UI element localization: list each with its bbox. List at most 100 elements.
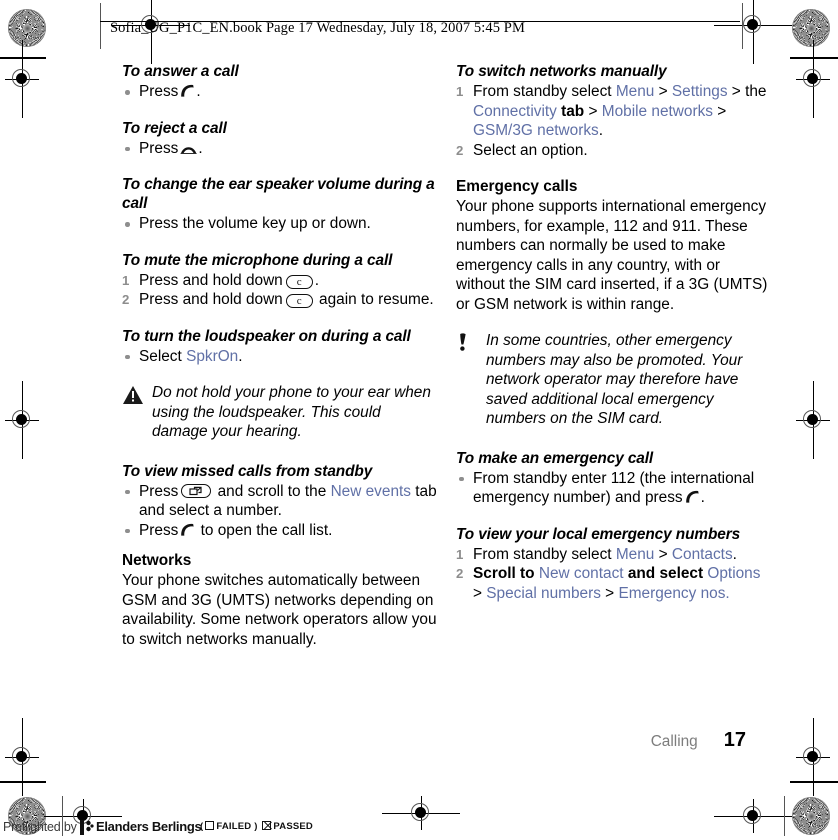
menu-link-connectivity[interactable]: Connectivity: [473, 103, 557, 120]
select-label: Select: [139, 347, 182, 365]
separator: >: [473, 584, 487, 602]
clear-key-label: c: [296, 295, 302, 307]
section-heading-emergency-calls: Emergency calls: [456, 178, 578, 195]
header-divider-right: [742, 3, 744, 49]
task-heading-view-missed-calls: To view missed calls from standby: [122, 462, 373, 480]
press-label: Press: [139, 482, 179, 500]
exclamation-note-icon: [456, 333, 478, 355]
clear-key-label: c: [296, 275, 302, 288]
press-tail: .: [198, 139, 203, 157]
menu-link-gsm-3g-networks[interactable]: GSM/3G networks: [473, 122, 599, 139]
bullet-list-change-volume: Press the volume key up or down.: [122, 214, 437, 234]
separator: >: [712, 102, 727, 120]
bullet-list-loudspeaker-on: Select SpkrOn.: [122, 347, 437, 367]
starburst-registration-mark-bottom-right: [792, 797, 830, 835]
press-label: Press: [139, 83, 179, 100]
task-heading-reject-call: To reject a call: [122, 119, 227, 137]
section-body-networks: Your phone switches automatically betwee…: [122, 572, 437, 648]
menu-link-mobile-networks[interactable]: Mobile networks: [602, 103, 713, 120]
failed-checkbox[interactable]: [205, 821, 215, 830]
press-text: and scroll to the: [213, 482, 331, 500]
clear-key-icon: c: [285, 294, 313, 308]
task-heading-answer-call: To answer a call: [122, 63, 239, 80]
bullet-list-make-emergency-call: From standby enter 112 (the internationa…: [456, 469, 771, 508]
list-item: From standby enter 112 (the internationa…: [456, 469, 771, 508]
menu-link-spkron[interactable]: SpkrOn: [186, 348, 238, 365]
step-text: Press and hold down: [139, 271, 283, 289]
press-label: Press: [139, 521, 179, 539]
list-item: From standby select Menu > Settings > th…: [456, 82, 771, 141]
list-item: Press.: [122, 82, 437, 102]
step-text: From standby select: [473, 83, 616, 100]
step-list-view-local-emergency-numbers: From standby select Menu > Contacts. Scr…: [456, 545, 771, 604]
preflight-brand: Elanders Berlings: [96, 819, 202, 834]
step-list-mute-microphone: Press and hold down c. Press and hold dow…: [122, 271, 437, 310]
menu-link-new-contact[interactable]: New contact: [539, 565, 624, 582]
bullet-list-reject-call: Press.: [122, 139, 437, 159]
step-text: Press and hold down: [139, 291, 283, 308]
page-footer: Calling 17: [456, 729, 746, 752]
step-tail: .: [732, 545, 737, 563]
chapter-name: Calling: [650, 733, 698, 750]
step-text: Scroll to: [473, 565, 539, 582]
crosshair-registration-mark-bottom-right: [714, 799, 792, 833]
select-tail: .: [238, 347, 243, 365]
task-heading-loudspeaker-on: To turn the loudspeaker on during a call: [122, 327, 411, 345]
menu-link-special-numbers[interactable]: Special numbers: [486, 585, 601, 602]
info-note-emergency-numbers: In some countries, other emergency numbe…: [456, 331, 771, 429]
note-text: In some countries, other emergency numbe…: [486, 332, 743, 427]
starburst-registration-mark-top-left: [8, 9, 46, 47]
press-label: Press: [139, 139, 179, 157]
menu-link-contacts[interactable]: Contacts: [672, 546, 733, 563]
list-item: Select SpkrOn.: [122, 347, 437, 367]
menu-link-options[interactable]: Options: [707, 565, 760, 582]
task-heading-view-local-emergency-numbers: To view your local emergency numbers: [456, 525, 741, 543]
activity-menu-key-icon: [181, 483, 212, 498]
failed-label: FAILED: [216, 821, 252, 832]
bullet-list-view-missed-calls: Press and scroll to the New events tab a…: [122, 482, 437, 541]
menu-link-new-events[interactable]: New events: [331, 483, 411, 500]
list-item: Press and hold down c again to resume.: [122, 290, 437, 310]
separator: >: [584, 102, 602, 120]
failed-open-paren: (: [200, 821, 204, 832]
list-item: Press and scroll to the New events tab a…: [122, 482, 437, 521]
crop-rule-top-right: [790, 57, 838, 59]
call-key-icon: [685, 490, 700, 503]
step-list-switch-networks: From standby select Menu > Settings > th…: [456, 82, 771, 160]
crop-rule-bottom-right: [790, 781, 838, 783]
list-item: Press to open the call list.: [122, 521, 437, 541]
list-item: From standby select Menu > Contacts.: [456, 545, 771, 565]
separator: > the: [727, 83, 767, 100]
menu-link-menu[interactable]: Menu: [616, 83, 655, 100]
step-text: From standby select: [473, 545, 616, 563]
page-number: 17: [723, 729, 746, 751]
list-item: Scroll to New contact and select Options…: [456, 564, 771, 603]
task-heading-mute-microphone: To mute the microphone during a call: [122, 251, 393, 269]
footer-divider-right: [784, 796, 786, 836]
call-key-icon: [180, 523, 195, 536]
menu-link-emergency-nos[interactable]: Emergency nos.: [618, 585, 729, 602]
separator: >: [654, 83, 672, 100]
separator: >: [600, 584, 619, 602]
list-item: Press and hold down c.: [122, 271, 437, 291]
crop-rule-bottom-left: [0, 781, 46, 783]
step-tail: .: [314, 271, 320, 289]
menu-link-menu[interactable]: Menu: [616, 546, 655, 563]
page-content: To answer a call Press. To reject a call…: [0, 62, 838, 762]
bullet-list-answer-call: Press.: [122, 82, 437, 102]
header-divider-left: [100, 3, 102, 49]
menu-link-settings[interactable]: Settings: [672, 83, 728, 100]
list-item: Press the volume key up or down.: [122, 214, 437, 234]
end-call-key-icon: [180, 141, 197, 154]
bullet-text: From standby enter 112 (the internationa…: [473, 469, 755, 507]
passed-checkbox[interactable]: [262, 821, 272, 830]
press-tail: to open the call list.: [196, 521, 333, 539]
